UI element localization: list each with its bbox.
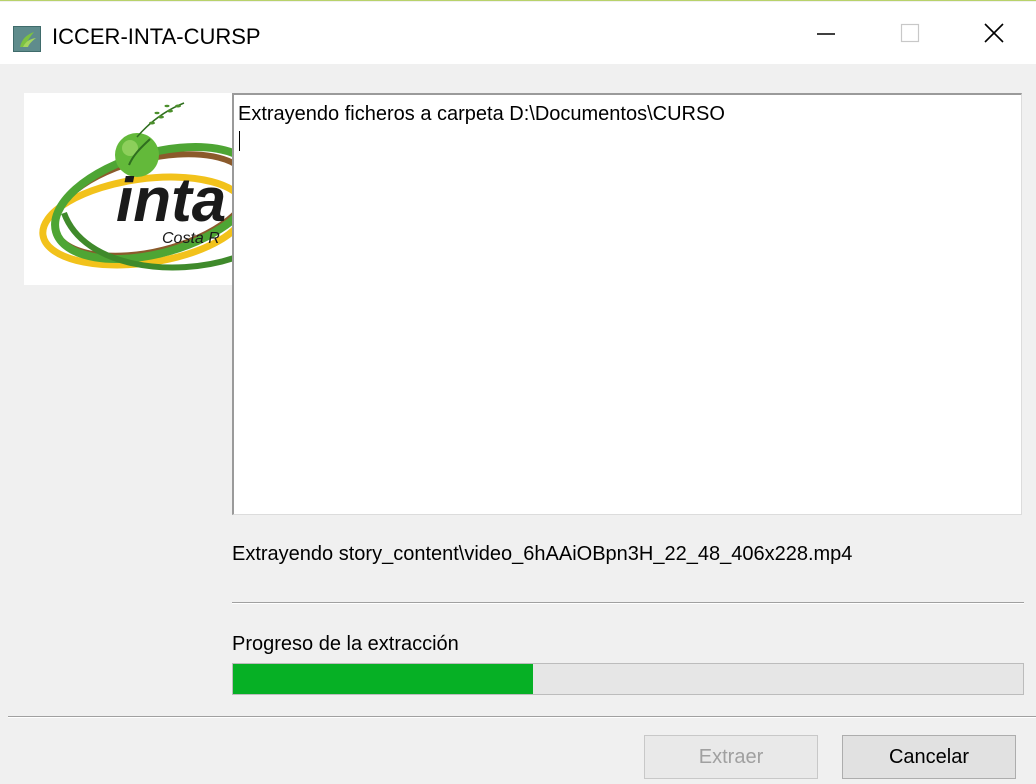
current-file-status: Extrayendo story_content\video_6hAAiOBpn… [232,543,853,565]
title-bar[interactable]: ICCER-INTA-CURSP [0,2,1036,64]
cancel-button[interactable]: Cancelar [842,735,1016,779]
progress-bar [232,663,1024,695]
log-line: Extrayendo ficheros a carpeta D:\Documen… [238,103,725,125]
extraction-log[interactable]: Extrayendo ficheros a carpeta D:\Documen… [232,93,1022,515]
installer-window: ICCER-INTA-CURSP inta Costa R Extrayendo… [0,0,1036,784]
app-icon [13,26,41,52]
maximize-icon [900,23,920,43]
minimize-icon [817,33,835,35]
close-icon [984,23,1004,43]
close-button[interactable] [952,3,1036,63]
logo-subtext: Costa R [162,230,220,247]
extract-button[interactable]: Extraer [644,735,818,779]
progress-bar-fill [233,664,534,694]
text-caret [239,131,240,151]
window-title: ICCER-INTA-CURSP [52,24,261,49]
logo-wordmark: inta [116,166,226,235]
maximize-button[interactable] [868,3,952,63]
progress-label: Progreso de la extracción [232,633,459,655]
divider [232,602,1024,604]
inta-logo: inta Costa R [24,93,234,285]
minimize-button[interactable] [784,3,868,63]
footer-divider [8,716,1036,718]
